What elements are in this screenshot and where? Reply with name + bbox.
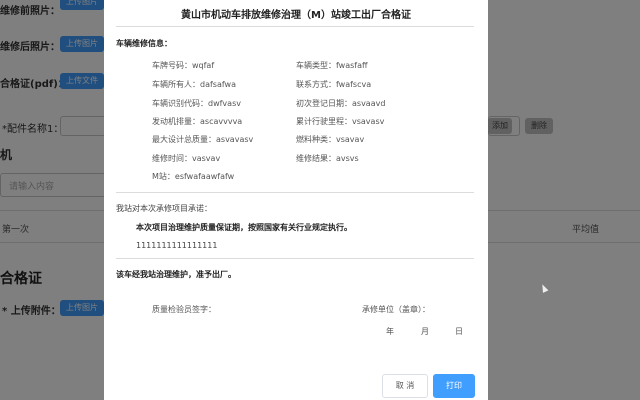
field-mileage: 累计行驶里程：vsavasv [296,117,385,126]
field-repair-result: 维修结果：avsvs [296,154,359,163]
release-text: 该车经我站治理维护，准予出厂。 [116,270,236,279]
field-vin: 车辆识别代码：dwfvasv [152,99,241,108]
field-fuel-type: 燃料种类：vsavav [296,135,365,144]
dialog-title: 黄山市机动车排放维修治理（M）站竣工出厂合格证 [181,10,411,21]
repair-unit-stamp-label: 承修单位（盖章）： [362,305,430,314]
field-max-mass: 最大设计总质量：asvavasv [152,135,254,144]
field-vehicle-owner: 车辆所有人：dafsafwa [152,80,236,89]
promise-value: 1111111111111111 [136,241,218,250]
field-engine-displacement: 发动机排量：ascavvvva [152,117,243,126]
field-plate-number: 车牌号码：wqfaf [152,61,215,70]
promise-title: 我站对本次承修项目承诺： [116,204,212,213]
date-year: 年 [386,327,394,336]
certificate-dialog: 黄山市机动车排放维修治理（M）站竣工出厂合格证 车辆维修信息： 车牌号码：wqf… [104,0,488,400]
field-first-registration: 初次登记日期：asvaavd [296,99,386,108]
field-m-station: M站：esfwafaawfafw [152,172,235,181]
inspector-signature-label: 质量检验员签字： [152,305,216,314]
print-button[interactable]: 打印 [433,374,475,398]
field-repair-time: 维修时间：vasvav [152,154,221,163]
promise-text: 本次项目治理维护质量保证期，按照国家有关行业规定执行。 [136,223,352,232]
date-month: 月 [421,327,429,336]
date-day: 日 [455,327,463,336]
title-divider [116,26,474,27]
info-divider [116,192,474,193]
field-contact: 联系方式：fwafscva [296,80,372,89]
vehicle-info-title: 车辆维修信息： [116,39,172,48]
promise-divider [116,258,474,259]
cancel-button[interactable]: 取 消 [382,374,428,398]
field-vehicle-type: 车辆类型：fwasfaff [296,61,368,70]
